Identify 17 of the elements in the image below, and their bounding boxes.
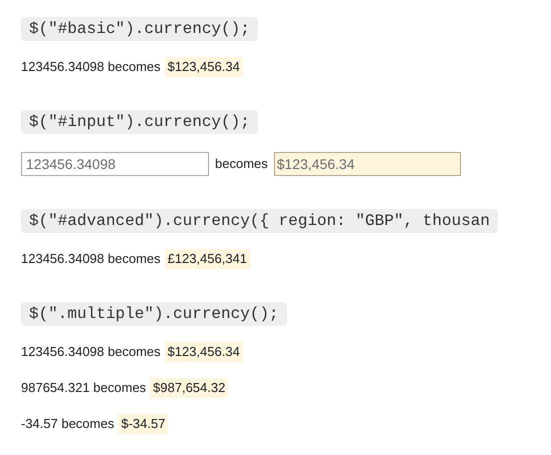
code-snippet: $("#basic").currency(); bbox=[21, 17, 258, 41]
conversion-text: 123456.34098 becomes bbox=[21, 343, 161, 361]
conversion-text: 123456.34098 becomes bbox=[21, 58, 161, 76]
conversion-text: 987654.321 becomes bbox=[21, 379, 146, 397]
conversion-text: 123456.34098 becomes bbox=[21, 250, 161, 268]
currency-result: $123,456.34 bbox=[164, 342, 243, 362]
currency-output-field[interactable]: $123,456.34 bbox=[274, 152, 461, 176]
code-snippet: $(".multiple").currency(); bbox=[21, 302, 287, 326]
currency-result: $-34.57 bbox=[118, 414, 168, 434]
currency-result: $123,456.34 bbox=[164, 57, 243, 77]
code-snippet: $("#input").currency(); bbox=[21, 110, 258, 134]
conversion-text: -34.57 becomes bbox=[21, 415, 114, 433]
currency-result: $987,654.32 bbox=[150, 378, 228, 398]
number-input-field[interactable]: 123456.34098 bbox=[21, 152, 209, 176]
currency-result: £123,456,341 bbox=[164, 249, 250, 269]
code-snippet: $("#advanced").currency({ region: "GBP", thousan bbox=[21, 209, 498, 233]
becomes-label: becomes bbox=[215, 155, 268, 174]
